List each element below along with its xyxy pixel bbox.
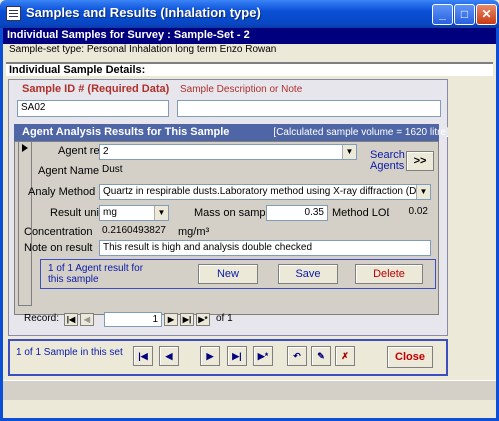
- prev-sample-icon[interactable]: ◀: [159, 346, 179, 366]
- save-sample-icon[interactable]: ✎: [311, 346, 331, 366]
- next-sample-icon[interactable]: ▶: [200, 346, 220, 366]
- calc-volume: [Calculated sample volume = 1620 litre]: [273, 127, 449, 138]
- agent-count-text: 1 of 1 Agent result for this sample: [48, 263, 144, 285]
- record-label: Record:: [24, 313, 60, 324]
- new-button[interactable]: New: [198, 264, 258, 284]
- agent-ref-select[interactable]: 2 ▼: [99, 144, 357, 160]
- sample-desc-input[interactable]: [177, 100, 441, 117]
- sample-desc-label: Sample Description or Note: [180, 84, 303, 95]
- result-units-value: mg: [103, 207, 117, 218]
- new-record-icon[interactable]: ▶*: [196, 313, 210, 326]
- concentration-value: 0.2160493827: [99, 224, 174, 239]
- sample-set-type: Sample-set type: Personal Inhalation lon…: [9, 44, 277, 55]
- record-total: of 1: [216, 313, 233, 324]
- survey-header: Individual Samples for Survey : Sample-S…: [3, 28, 496, 44]
- window-title: Samples and Results (Inhalation type): [26, 5, 261, 20]
- close-button[interactable]: Close: [387, 346, 433, 368]
- analy-method-value: Quartz in respirable dusts.Laboratory me…: [103, 186, 431, 197]
- details-title: Individual Sample Details:: [6, 62, 493, 76]
- concentration-label: Concentration: [24, 226, 93, 238]
- agent-ref-value: 2: [103, 146, 109, 157]
- sample-id-input[interactable]: SA02: [17, 100, 169, 117]
- search-agents-label[interactable]: Search Agents: [370, 150, 405, 172]
- maximize-button[interactable]: □: [454, 4, 475, 25]
- save-button[interactable]: Save: [278, 264, 338, 284]
- first-record-icon[interactable]: |◀: [64, 313, 78, 326]
- agent-section-title: Agent Analysis Results for This Sample: [22, 126, 230, 138]
- record-selector-arrow-icon[interactable]: [18, 142, 32, 306]
- delete-button[interactable]: Delete: [355, 264, 423, 284]
- chevron-down-icon[interactable]: ▼: [154, 206, 168, 220]
- result-units-select[interactable]: mg ▼: [99, 205, 169, 221]
- note-input[interactable]: This result is high and analysis double …: [99, 240, 431, 256]
- agent-name-label: Agent Name: [38, 165, 100, 177]
- mass-label: Mass on sample: [194, 207, 275, 219]
- first-sample-icon[interactable]: |◀: [133, 346, 153, 366]
- next-record-icon[interactable]: ▶: [164, 313, 178, 326]
- chevron-down-icon[interactable]: ▼: [416, 185, 430, 199]
- sample-count-text: 1 of 1 Sample in this set: [16, 347, 123, 358]
- concentration-unit: mg/m³: [178, 226, 210, 238]
- status-strip: [3, 380, 496, 400]
- method-lod-label: Method LOD: [332, 207, 395, 219]
- agent-ref-label: Agent ref: [58, 145, 103, 157]
- chevron-down-icon[interactable]: ▼: [342, 145, 356, 159]
- note-label: Note on result: [24, 242, 93, 254]
- delete-sample-icon[interactable]: ✗: [335, 346, 355, 366]
- record-number-input[interactable]: 1: [104, 312, 162, 327]
- agent-section-header: Agent Analysis Results for This Sample [C…: [14, 124, 449, 141]
- new-sample-icon[interactable]: ▶*: [253, 346, 273, 366]
- last-record-icon[interactable]: ▶|: [180, 313, 194, 326]
- mass-input[interactable]: 0.35: [266, 205, 328, 221]
- undo-icon[interactable]: ↶: [287, 346, 307, 366]
- form-icon[interactable]: [6, 6, 21, 21]
- analy-method-label: Analy Method: [28, 186, 96, 198]
- analy-method-select[interactable]: Quartz in respirable dusts.Laboratory me…: [99, 184, 431, 200]
- close-window-button[interactable]: ✕: [476, 4, 497, 25]
- last-sample-icon[interactable]: ▶|: [227, 346, 247, 366]
- minimize-button[interactable]: _: [432, 4, 453, 25]
- agent-name-value: Dust: [99, 163, 357, 178]
- search-agents-button[interactable]: >>: [406, 151, 434, 171]
- sample-id-label: Sample ID # (Required Data): [22, 83, 170, 95]
- method-lod-value: 0.02: [389, 205, 431, 220]
- prev-record-icon[interactable]: ◀: [80, 313, 94, 326]
